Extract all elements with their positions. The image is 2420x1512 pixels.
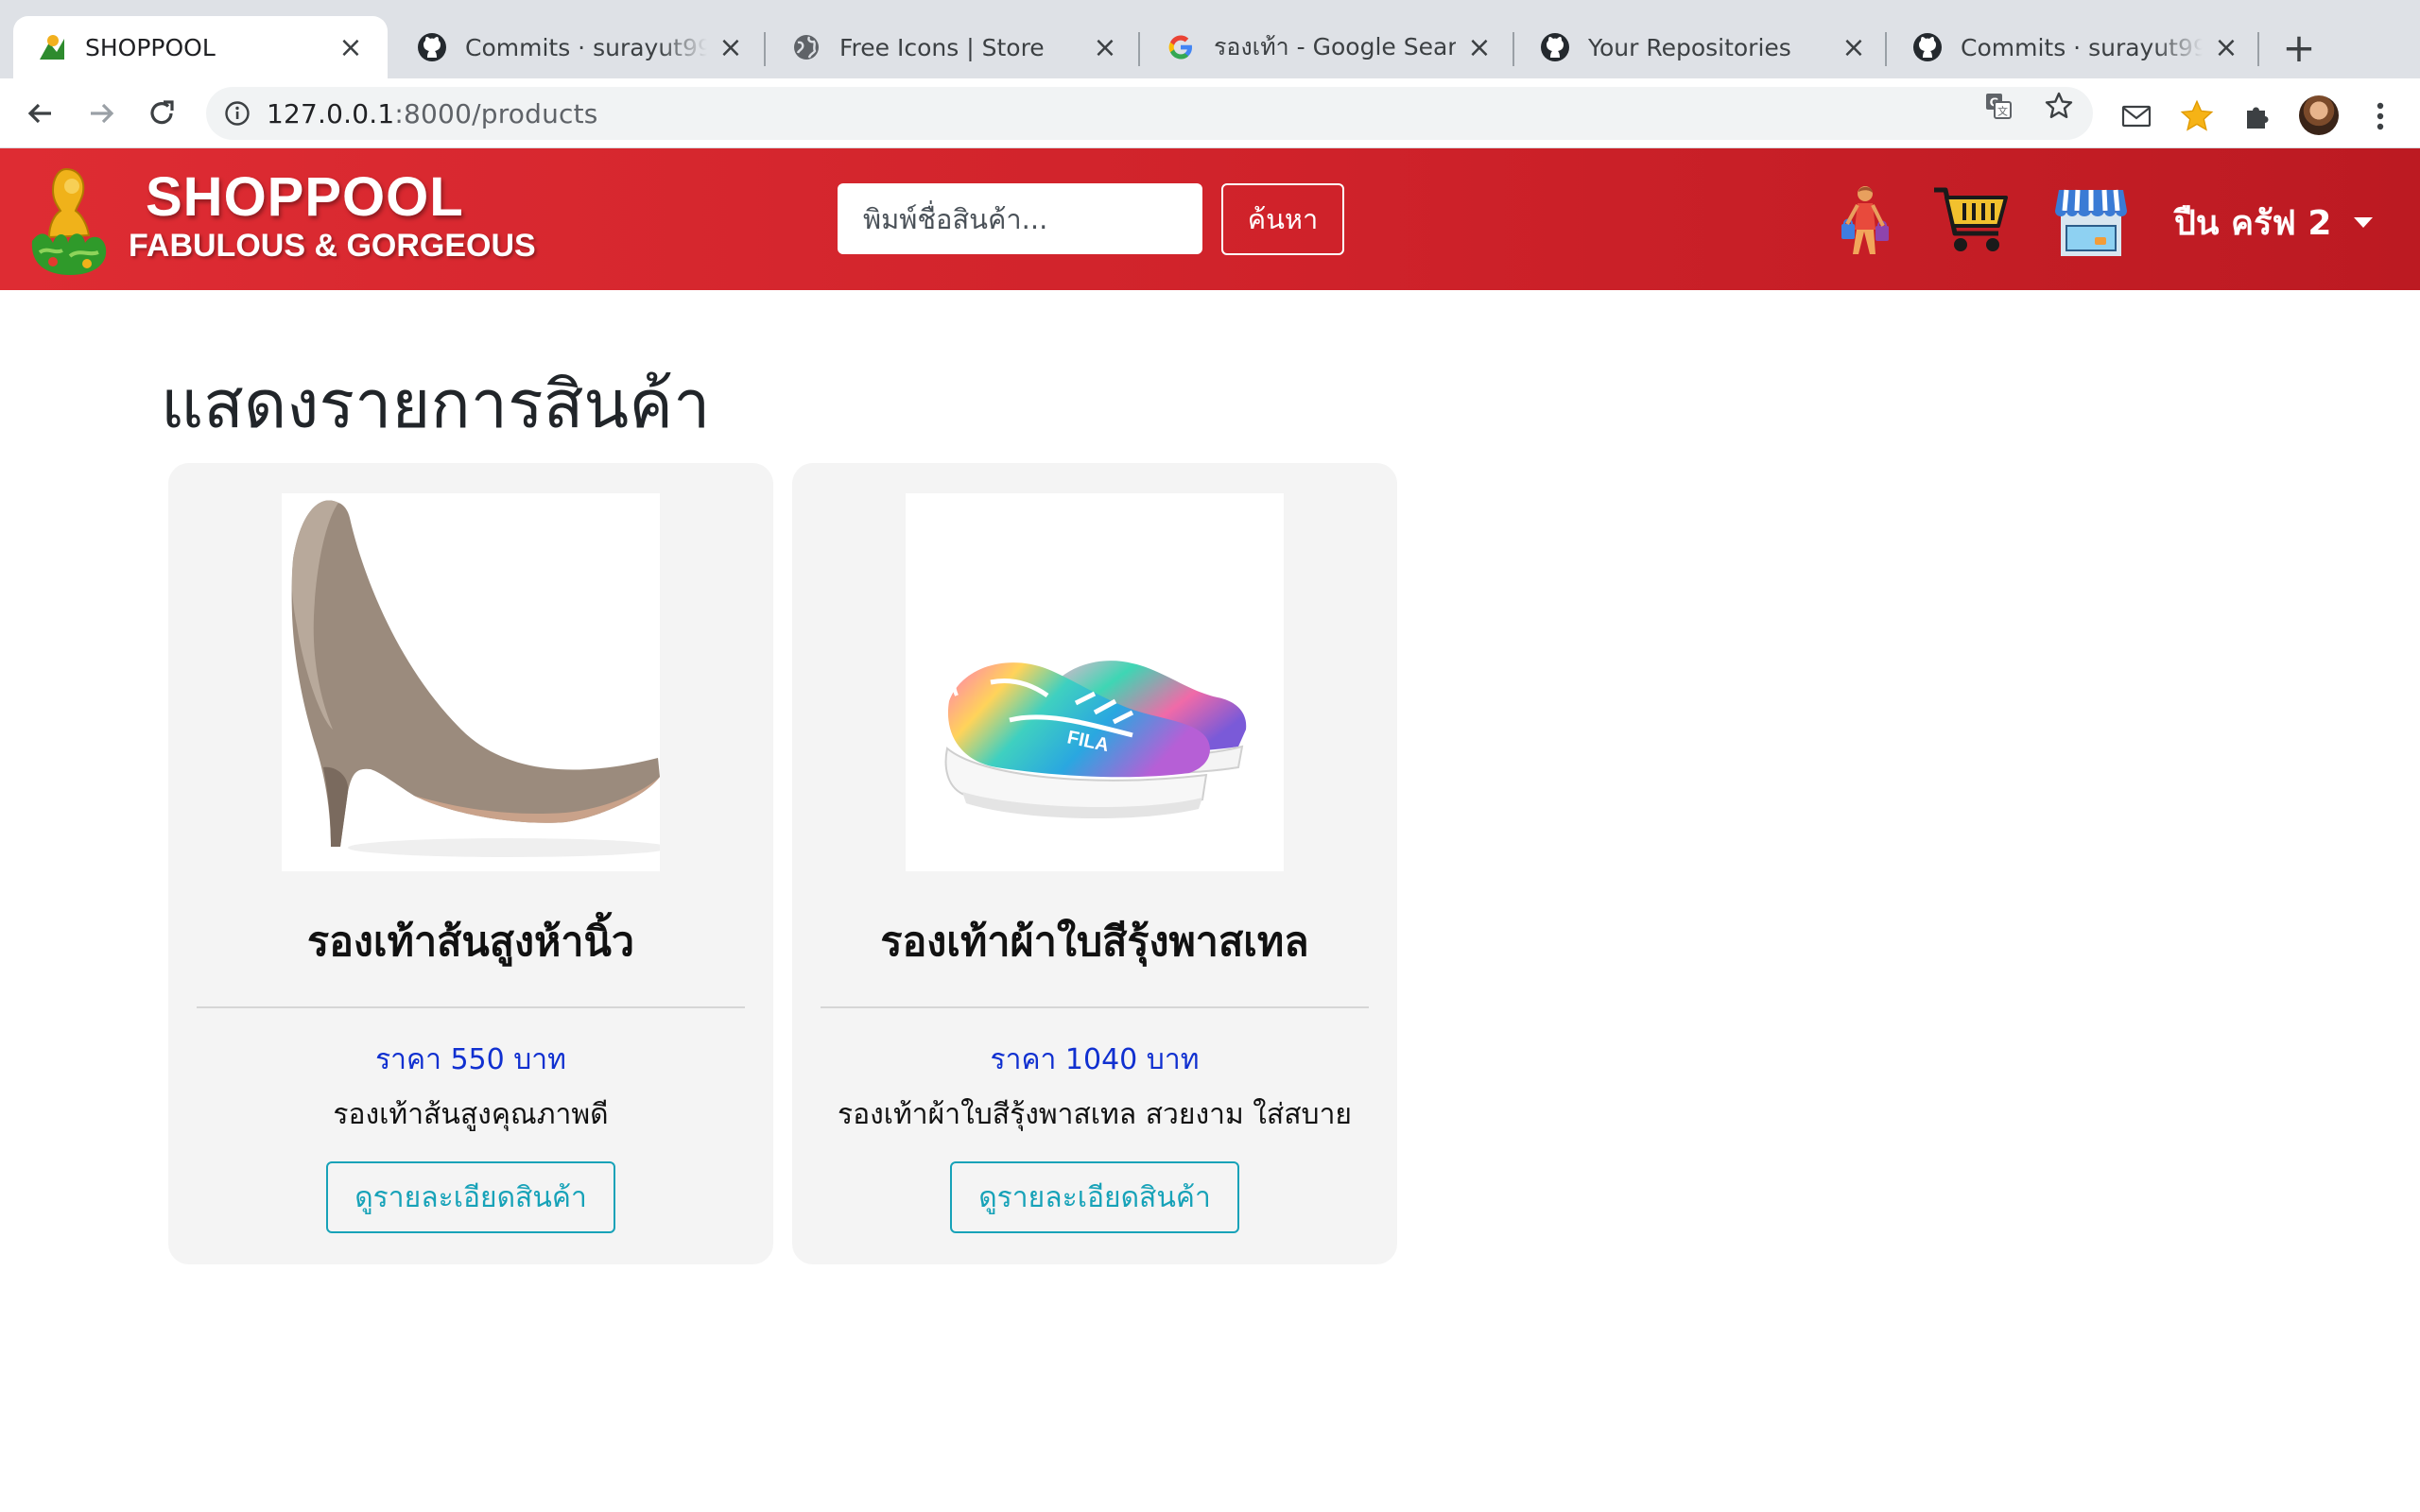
product-description: รองเท้าส้นสูงคุณภาพดี <box>333 1098 609 1131</box>
brand-logo-icon[interactable] <box>28 162 110 279</box>
tab-title: รองเท้า - Google Search <box>1214 33 1456 60</box>
github-icon <box>1911 31 1944 63</box>
forward-button[interactable] <box>79 92 123 135</box>
tab-title: Commits · surayut99/or <box>465 33 707 61</box>
site-info-icon[interactable] <box>223 99 251 128</box>
reload-button[interactable] <box>140 92 183 135</box>
product-image-high-heel[interactable] <box>282 493 660 871</box>
tab-commits-2[interactable]: Commits · surayut99/or × <box>1889 16 2263 78</box>
site-navbar: SHOPPOOL FABULOUS & GORGEOUS ค้นหา <box>0 148 2420 290</box>
github-icon <box>1539 31 1571 63</box>
card-divider <box>197 1006 745 1008</box>
close-tab-icon[interactable]: × <box>1091 31 1119 64</box>
tab-title: Free Icons | Store <box>839 33 1045 61</box>
product-price: ราคา 1040 บาท <box>990 1043 1200 1076</box>
product-name: รองเท้าผ้าใบสีรุ้งพาสเทล <box>880 919 1309 966</box>
chevron-down-icon <box>2354 217 2374 228</box>
search-button[interactable]: ค้นหา <box>1221 183 1344 255</box>
store-icon[interactable] <box>2053 184 2129 260</box>
tab-google-search[interactable]: รองเท้า - Google Search × <box>1142 16 1516 78</box>
address-bar[interactable]: 127.0.0.1:8000/products <box>206 87 2093 140</box>
user-name: ปืน ครัฟ 2 <box>2174 204 2332 243</box>
tab-title: Your Repositories <box>1588 33 1791 61</box>
shoppool-favicon-icon <box>36 31 68 63</box>
view-product-details-button[interactable]: ดูรายละเอียดสินค้า <box>326 1161 615 1233</box>
shopping-woman-icon[interactable] <box>1834 184 1896 260</box>
arrow-left-icon <box>27 103 51 124</box>
tab-title: SHOPPOOL <box>85 33 216 61</box>
close-tab-icon[interactable]: × <box>1840 31 1868 64</box>
product-price: ราคา 550 บาท <box>375 1043 566 1076</box>
tab-commits-1[interactable]: Commits · surayut99/or × <box>393 16 768 78</box>
arrow-right-icon <box>91 103 114 124</box>
page-title: แสดงรายการสินค้า <box>161 366 711 443</box>
new-tab-button[interactable]: + <box>2278 25 2320 71</box>
svg-text:文: 文 <box>1997 105 2008 118</box>
extensions-puzzle-icon[interactable] <box>2240 99 2274 133</box>
product-card: รองเท้าส้นสูงห้านิ้ว ราคา 550 บาท รองเท้… <box>168 463 773 1264</box>
brand-tagline: FABULOUS & GORGEOUS <box>129 228 536 264</box>
more-menu-icon[interactable] <box>2363 99 2397 133</box>
close-tab-icon[interactable]: × <box>2212 31 2240 64</box>
tab-shoppool[interactable]: SHOPPOOL × <box>13 16 388 78</box>
shopping-cart-icon[interactable] <box>1930 184 2012 256</box>
google-icon <box>1165 31 1197 63</box>
close-tab-icon[interactable]: × <box>717 31 745 64</box>
url-text: 127.0.0.1:8000/products <box>267 97 598 129</box>
product-card: FILA รองเท้าผ้าใบสีรุ้งพาสเทล ราคา 1040 … <box>792 463 1397 1264</box>
product-image-sneaker[interactable]: FILA <box>906 493 1284 871</box>
back-button[interactable] <box>19 92 62 135</box>
user-dropdown[interactable]: ปืน ครัฟ 2 <box>2174 196 2374 249</box>
brand-name[interactable]: SHOPPOOL <box>146 165 464 229</box>
translate-icon[interactable]: G文 <box>1983 91 2014 121</box>
globe-icon <box>790 31 822 63</box>
browser-tab-strip: SHOPPOOL × Commits · surayut99/or × Free… <box>0 0 2420 78</box>
github-icon <box>416 31 448 63</box>
browser-toolbar: 127.0.0.1:8000/products G文 <box>0 78 2420 148</box>
close-tab-icon[interactable]: × <box>1465 31 1494 64</box>
product-name: รองเท้าส้นสูงห้านิ้ว <box>306 919 634 966</box>
tab-your-repositories[interactable]: Your Repositories × <box>1516 16 1891 78</box>
bookmark-star-icon[interactable] <box>2044 91 2074 121</box>
product-search-input[interactable] <box>838 183 1202 254</box>
tab-title: Commits · surayut99/or <box>1961 33 2203 61</box>
product-description: รองเท้าผ้าใบสีรุ้งพาสเทล สวยงาม ใส่สบาย <box>838 1098 1352 1131</box>
mail-extension-icon[interactable] <box>2119 99 2153 133</box>
view-product-details-button[interactable]: ดูรายละเอียดสินค้า <box>950 1161 1239 1233</box>
star-extension-icon[interactable] <box>2180 99 2214 133</box>
close-tab-icon[interactable]: × <box>337 31 365 64</box>
reload-icon <box>150 100 174 125</box>
profile-avatar[interactable] <box>2299 95 2339 135</box>
tab-free-icons[interactable]: Free Icons | Store × <box>768 16 1142 78</box>
card-divider <box>821 1006 1369 1008</box>
